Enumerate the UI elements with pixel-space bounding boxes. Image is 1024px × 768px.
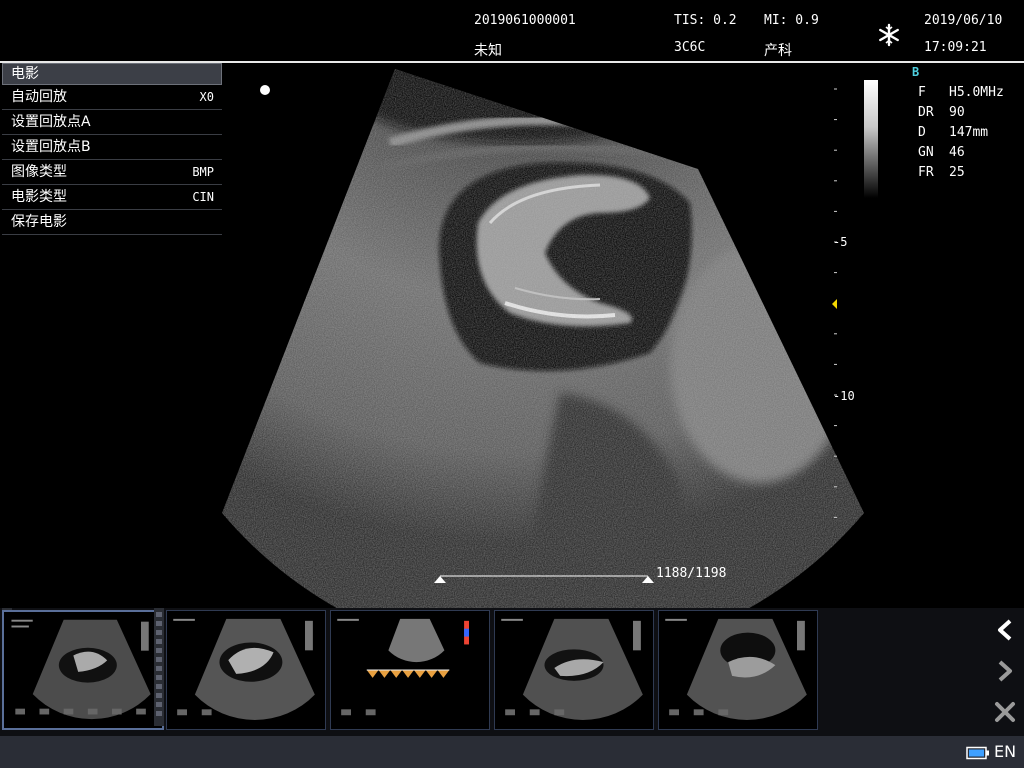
depth-label-10: -10 <box>833 389 855 403</box>
menu-item-auto-play[interactable]: 自动回放 X0 <box>2 85 222 110</box>
mode-label: B <box>912 65 920 79</box>
snowflake-icon <box>877 23 901 47</box>
menu-item-save-cine[interactable]: 保存电影 <box>2 210 222 235</box>
grayscale-bar <box>864 80 878 198</box>
depth-label-5: -5 <box>833 235 848 249</box>
battery-icon <box>966 745 990 760</box>
probe-name: 3C6C <box>674 40 706 55</box>
menu-item-label: 保存电影 <box>11 214 67 230</box>
thumbnail-3[interactable] <box>330 610 490 730</box>
param-value: 90 <box>949 105 965 120</box>
menu-item-label: 设置回放点A <box>11 114 91 130</box>
exam-type: 产科 <box>764 43 792 59</box>
param-value: 147mm <box>949 125 989 140</box>
patient-id: 2019061000001 <box>474 13 576 28</box>
orientation-marker <box>260 85 270 95</box>
param-value: 46 <box>949 145 965 160</box>
cine-menu: 电影 自动回放 X0 设置回放点A 设置回放点B 图像类型 BMP 电影类型 C… <box>2 63 222 235</box>
thumbnail-1[interactable] <box>2 610 164 730</box>
menu-item-label: 图像类型 <box>11 164 67 180</box>
menu-item-image-type[interactable]: 图像类型 BMP <box>2 160 222 185</box>
exam-date: 2019/06/10 <box>924 13 1003 28</box>
mi-value: MI: 0.9 <box>764 13 819 28</box>
menu-item-set-point-a[interactable]: 设置回放点A <box>2 110 222 135</box>
menu-item-label: 自动回放 <box>11 89 67 105</box>
menu-title[interactable]: 电影 <box>2 63 222 85</box>
param-key: DR <box>918 105 934 120</box>
param-key: GN <box>918 145 934 160</box>
menu-item-value: X0 <box>199 90 214 104</box>
patient-name: 未知 <box>474 43 502 59</box>
param-value: 25 <box>949 165 965 180</box>
close-icon[interactable] <box>988 694 1022 730</box>
focus-marker <box>832 299 837 309</box>
chevron-left-icon[interactable] <box>988 612 1022 648</box>
exam-time: 17:09:21 <box>924 40 987 55</box>
thumbnail-strip <box>0 608 1024 736</box>
param-value: H5.0MHz <box>949 85 1004 100</box>
chevron-right-icon[interactable] <box>988 653 1022 689</box>
thumbnail-5[interactable] <box>658 610 818 730</box>
menu-item-set-point-b[interactable]: 设置回放点B <box>2 135 222 160</box>
thumbnail-4[interactable] <box>494 610 654 730</box>
param-key: F <box>918 85 926 100</box>
param-key: D <box>918 125 926 140</box>
cine-progress-bar[interactable] <box>434 570 654 583</box>
thumbnail-2[interactable] <box>166 610 326 730</box>
menu-item-cine-type[interactable]: 电影类型 CIN <box>2 185 222 210</box>
status-bar: EN <box>0 736 1024 768</box>
menu-item-label: 电影类型 <box>11 189 67 205</box>
tis-value: TIS: 0.2 <box>674 13 737 28</box>
param-key: FR <box>918 165 934 180</box>
cine-counter: 1188/1198 <box>656 566 727 581</box>
film-strip-right <box>154 608 164 726</box>
menu-item-value: BMP <box>192 165 214 179</box>
language-indicator[interactable]: EN <box>994 742 1016 761</box>
menu-item-value: CIN <box>192 190 214 204</box>
menu-item-label: 设置回放点B <box>11 139 91 155</box>
